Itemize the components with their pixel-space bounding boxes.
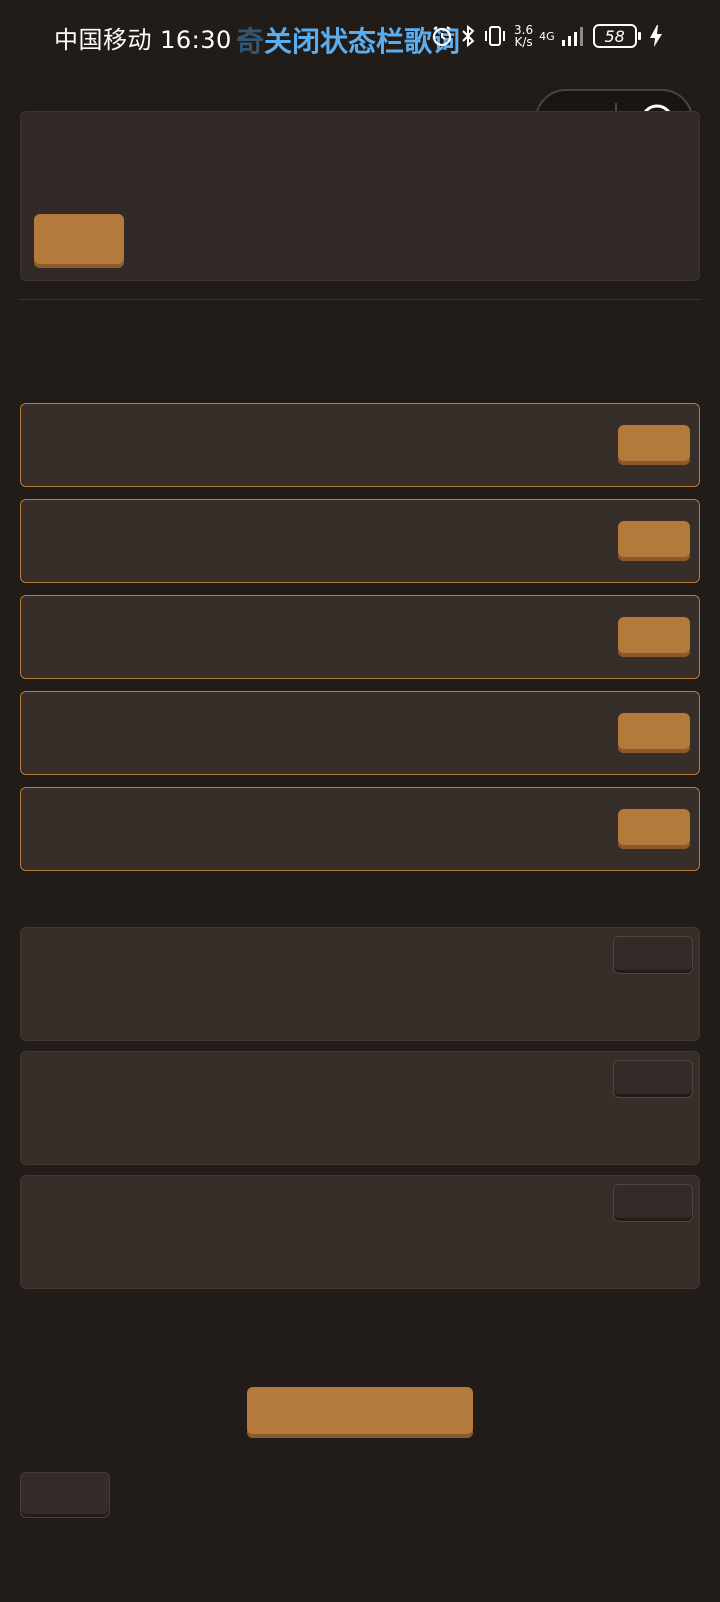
list-row-3-button[interactable] xyxy=(618,617,690,657)
list-row-2-button[interactable] xyxy=(618,521,690,561)
info-card-2 xyxy=(20,1051,700,1165)
list-row-3[interactable] xyxy=(20,595,700,679)
info-card-2-button[interactable] xyxy=(613,1060,693,1098)
alarm-icon xyxy=(430,24,454,48)
section-divider xyxy=(20,299,700,300)
bottom-button[interactable] xyxy=(20,1472,110,1518)
charging-icon xyxy=(649,24,663,48)
net-speed-unit: K/s xyxy=(514,35,533,49)
top-panel-button[interactable] xyxy=(34,214,124,268)
battery-level: 58 xyxy=(604,26,625,46)
carrier-time: 中国移动 16:30 xyxy=(54,26,232,54)
list-row-5[interactable] xyxy=(20,787,700,871)
list-row-2[interactable] xyxy=(20,499,700,583)
net-speed: 3.6 K/s xyxy=(514,24,533,48)
battery-icon: 58 xyxy=(592,24,641,48)
info-card-3-button[interactable] xyxy=(613,1184,693,1222)
list-row-4[interactable] xyxy=(20,691,700,775)
lyrics-ticker-prefix: 奇 xyxy=(236,25,265,58)
info-card-3 xyxy=(20,1175,700,1289)
list-row-1[interactable] xyxy=(20,403,700,487)
bluetooth-icon xyxy=(460,24,476,48)
top-panel xyxy=(20,111,700,281)
info-card-1-button[interactable] xyxy=(613,936,693,974)
list-row-4-button[interactable] xyxy=(618,713,690,753)
network-type: 4G xyxy=(539,29,555,43)
status-bar: 中国移动 16:30 奇关闭状态栏歌词 3.6 K/s 4G 58 xyxy=(0,0,720,72)
status-icons: 3.6 K/s 4G 58 xyxy=(430,18,663,54)
list-row-1-button[interactable] xyxy=(618,425,690,465)
info-card-1 xyxy=(20,927,700,1041)
signal-icon xyxy=(561,25,587,47)
primary-button[interactable] xyxy=(247,1387,473,1438)
vibrate-icon xyxy=(482,24,508,48)
list-row-5-button[interactable] xyxy=(618,809,690,849)
lyrics-ticker: 奇关闭状态栏歌词 xyxy=(236,20,460,60)
